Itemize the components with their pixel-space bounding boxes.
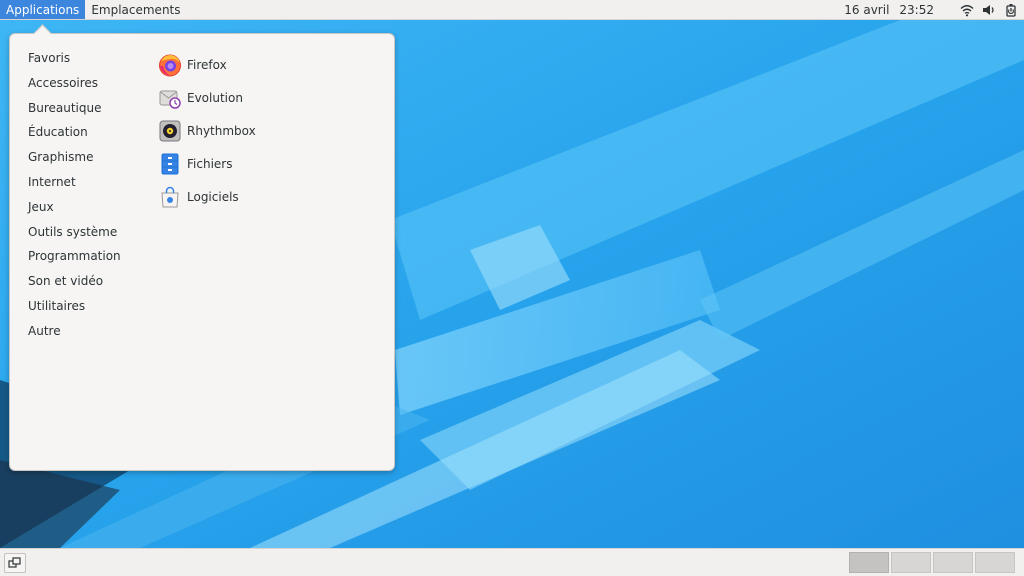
wifi-icon[interactable] bbox=[960, 3, 974, 17]
app-label-evolution: Evolution bbox=[187, 90, 243, 105]
clock-date: 16 avril bbox=[844, 2, 890, 17]
files-icon bbox=[158, 152, 182, 176]
category-utilitaires[interactable]: Utilitaires bbox=[28, 294, 121, 319]
workspace-4[interactable] bbox=[975, 552, 1015, 573]
category-autre[interactable]: Autre bbox=[28, 319, 121, 344]
clock[interactable]: 16 avril 23:52 bbox=[844, 3, 934, 17]
applications-dropdown: Favoris Accessoires Bureautique Éducatio… bbox=[9, 33, 395, 471]
firefox-icon bbox=[158, 53, 182, 77]
power-icon[interactable] bbox=[1004, 3, 1018, 17]
category-internet[interactable]: Internet bbox=[28, 170, 121, 195]
category-list: Favoris Accessoires Bureautique Éducatio… bbox=[28, 46, 121, 344]
app-label-fichiers: Fichiers bbox=[187, 156, 233, 171]
volume-icon[interactable] bbox=[982, 3, 996, 17]
bottom-panel bbox=[0, 548, 1024, 576]
app-label-rhythmbox: Rhythmbox bbox=[187, 123, 256, 138]
evolution-icon bbox=[158, 86, 182, 110]
app-list: Firefox Evolution Rhythmbox Fichiers Log… bbox=[158, 48, 256, 213]
panel-right-area: 16 avril 23:52 bbox=[844, 0, 1024, 19]
workspace-1[interactable] bbox=[849, 552, 889, 573]
category-education[interactable]: Éducation bbox=[28, 120, 121, 145]
app-item-logiciels[interactable]: Logiciels bbox=[158, 180, 256, 213]
category-accessoires[interactable]: Accessoires bbox=[28, 71, 121, 96]
app-label-firefox: Firefox bbox=[187, 57, 227, 72]
app-item-fichiers[interactable]: Fichiers bbox=[158, 147, 256, 180]
category-graphisme[interactable]: Graphisme bbox=[28, 145, 121, 170]
category-jeux[interactable]: Jeux bbox=[28, 195, 121, 220]
workspace-2[interactable] bbox=[891, 552, 931, 573]
category-programmation[interactable]: Programmation bbox=[28, 244, 121, 269]
app-item-evolution[interactable]: Evolution bbox=[158, 81, 256, 114]
workspace-switcher bbox=[849, 552, 1015, 573]
category-bureautique[interactable]: Bureautique bbox=[28, 96, 121, 121]
software-icon bbox=[158, 185, 182, 209]
top-panel: Applications Emplacements 16 avril 23:52 bbox=[0, 0, 1024, 20]
rhythmbox-icon bbox=[158, 119, 182, 143]
category-favoris[interactable]: Favoris bbox=[28, 46, 121, 71]
workspace-3[interactable] bbox=[933, 552, 973, 573]
applications-menu[interactable]: Applications bbox=[0, 0, 86, 19]
show-desktop-button[interactable] bbox=[4, 553, 26, 573]
category-outils-systeme[interactable]: Outils système bbox=[28, 220, 121, 245]
window-list-icon bbox=[8, 557, 21, 568]
places-menu[interactable]: Emplacements bbox=[85, 0, 186, 19]
clock-time: 23:52 bbox=[899, 2, 934, 17]
app-item-rhythmbox[interactable]: Rhythmbox bbox=[158, 114, 256, 147]
app-item-firefox[interactable]: Firefox bbox=[158, 48, 256, 81]
app-label-logiciels: Logiciels bbox=[187, 189, 239, 204]
category-son-et-video[interactable]: Son et vidéo bbox=[28, 269, 121, 294]
